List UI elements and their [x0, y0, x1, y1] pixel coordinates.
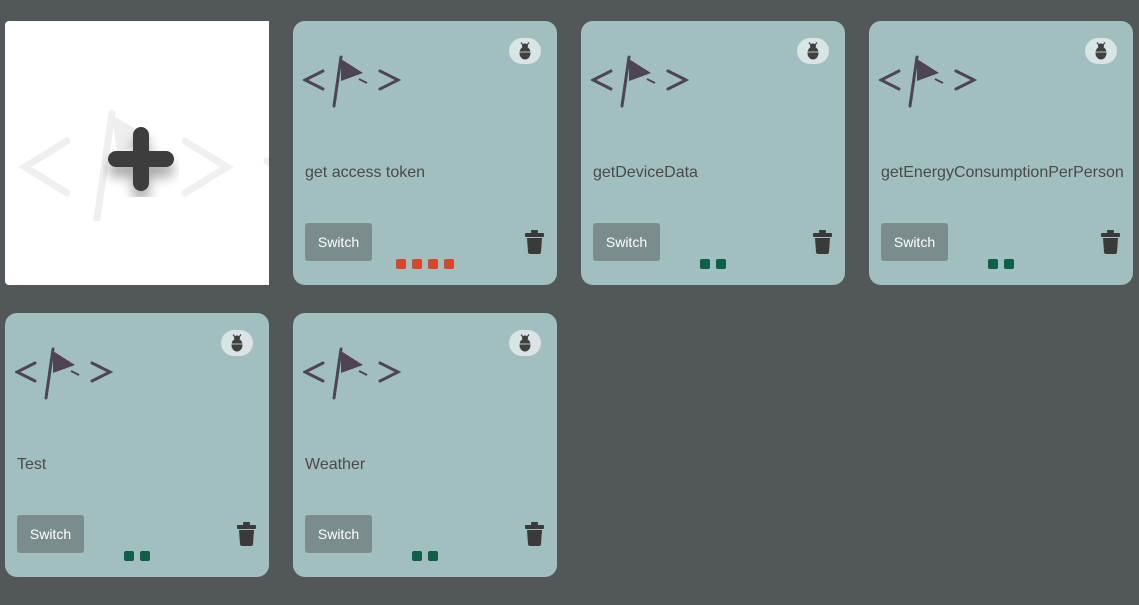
code-flag-icon	[879, 55, 978, 108]
status-dot	[412, 259, 422, 269]
function-name: Test	[17, 456, 47, 473]
switch-button[interactable]: Switch	[881, 223, 948, 261]
function-card[interactable]: Test Switch	[5, 313, 269, 577]
switch-button[interactable]: Switch	[17, 515, 84, 553]
status-dot	[396, 259, 406, 269]
function-card[interactable]: Weather Switch	[293, 313, 557, 577]
trash-icon[interactable]	[525, 522, 544, 546]
function-name: Weather	[305, 456, 366, 473]
switch-button[interactable]: Switch	[305, 223, 372, 261]
status-dot	[428, 551, 438, 561]
code-flag-icon	[303, 347, 402, 400]
code-flag-icon	[303, 55, 402, 108]
debug-button[interactable]	[509, 38, 541, 64]
trash-icon[interactable]	[525, 230, 544, 254]
status-dot	[124, 551, 134, 561]
function-card[interactable]: getEnergyConsumptionPerPerson Switch	[869, 21, 1133, 285]
function-card[interactable]: getDeviceData Switch	[581, 21, 845, 285]
switch-button[interactable]: Switch	[593, 223, 660, 261]
function-name: getEnergyConsumptionPerPerson	[881, 164, 1124, 181]
function-name: get access token	[305, 164, 426, 181]
debug-button[interactable]	[221, 330, 253, 356]
status-dot	[988, 259, 998, 269]
status-dot	[716, 259, 726, 269]
trash-icon[interactable]	[237, 522, 256, 546]
function-card[interactable]: get access token Switch	[293, 21, 557, 285]
trash-icon[interactable]	[1101, 230, 1120, 254]
status-dot	[428, 259, 438, 269]
function-name: getDeviceData	[593, 164, 698, 181]
bug-icon	[1095, 42, 1107, 60]
status-dots	[581, 259, 845, 269]
bug-icon	[519, 334, 531, 352]
status-dot	[700, 259, 710, 269]
debug-button[interactable]	[1085, 38, 1117, 64]
status-dots	[293, 551, 557, 561]
code-flag-icon	[15, 347, 114, 400]
status-dot	[444, 259, 454, 269]
status-dot	[1004, 259, 1014, 269]
status-dots	[5, 551, 269, 561]
trash-icon[interactable]	[813, 230, 832, 254]
code-flag-icon	[591, 55, 690, 108]
status-dot	[140, 551, 150, 561]
debug-button[interactable]	[797, 38, 829, 64]
switch-button[interactable]: Switch	[305, 515, 372, 553]
status-dot	[412, 551, 422, 561]
debug-button[interactable]	[509, 330, 541, 356]
status-dots	[869, 259, 1133, 269]
status-dots	[293, 259, 557, 269]
bug-icon	[519, 42, 531, 60]
bug-icon	[231, 334, 243, 352]
bug-icon	[807, 42, 819, 60]
add-function-tile[interactable]	[5, 21, 269, 285]
plus-icon[interactable]	[103, 121, 179, 197]
